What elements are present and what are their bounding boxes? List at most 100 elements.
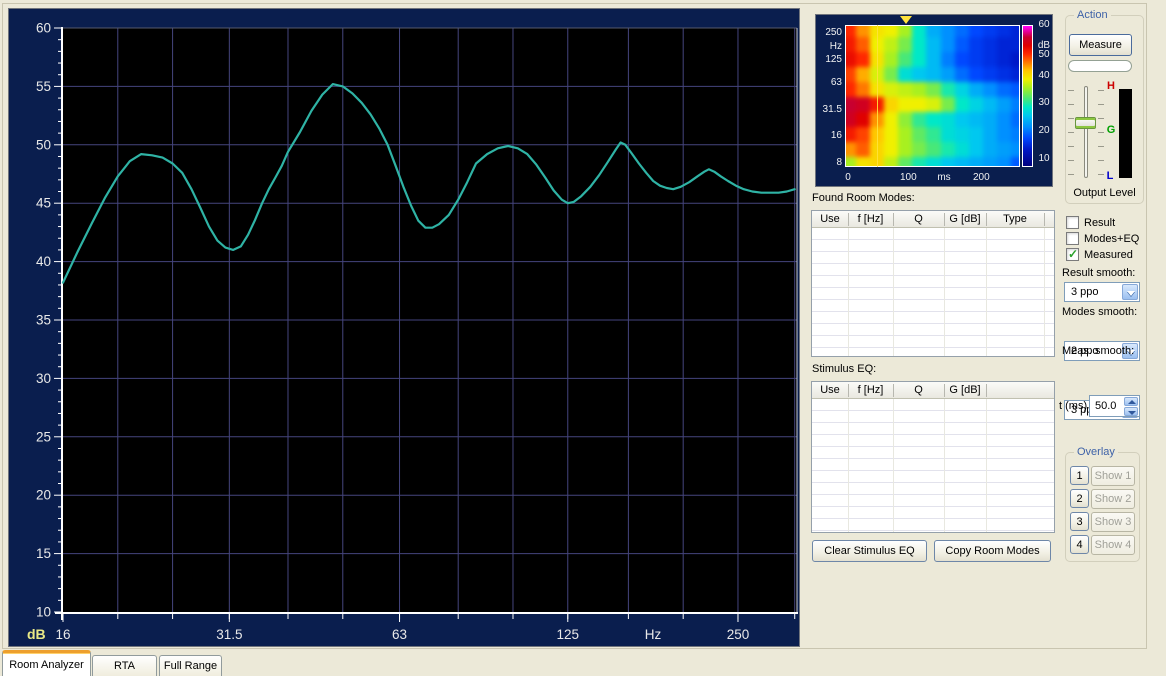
- found-room-modes-table[interactable]: Usef [Hz]QG [dB]Type: [811, 210, 1055, 357]
- colorbar-label: 20: [1036, 126, 1052, 136]
- overlay-show-button-3[interactable]: Show 3: [1091, 512, 1135, 532]
- svg-text:10: 10: [36, 605, 51, 620]
- column-header[interactable]: Type: [986, 213, 1044, 226]
- slider-tick: [1068, 160, 1074, 161]
- svg-text:15: 15: [36, 546, 51, 561]
- checkbox-label: Measured: [1084, 249, 1133, 261]
- svg-text:16: 16: [55, 627, 70, 642]
- column-header[interactable]: Use: [812, 384, 848, 397]
- frequency-response-chart-panel: 10152025303540455055601631.563125250HzdB: [8, 8, 800, 647]
- time-window-field[interactable]: 50.0: [1089, 395, 1140, 417]
- overlay-num-button-1[interactable]: 1: [1070, 466, 1089, 485]
- overlay-num-button-4[interactable]: 4: [1070, 535, 1089, 554]
- svg-text:31.5: 31.5: [216, 627, 242, 642]
- slider-tick: [1098, 146, 1104, 147]
- spectrogram-freq-label: Hz: [816, 42, 842, 52]
- svg-text:20: 20: [36, 488, 51, 503]
- level-mid-label: G: [1105, 124, 1117, 136]
- svg-text:25: 25: [36, 429, 51, 444]
- column-header[interactable]: f [Hz]: [848, 213, 893, 226]
- measure-progress-bar: [1068, 60, 1132, 72]
- spectrogram-freq-label: 125: [816, 55, 842, 65]
- column-header[interactable]: Q: [893, 384, 944, 397]
- colorbar-label: 60: [1036, 20, 1052, 30]
- checkbox-row-result[interactable]: Result: [1066, 216, 1115, 229]
- overlay-show-button-2[interactable]: Show 2: [1091, 489, 1135, 509]
- output-level-label: Output Level: [1065, 187, 1144, 199]
- check-icon: ✓: [1068, 247, 1078, 261]
- checkbox-row-modes-eq[interactable]: Modes+EQ: [1066, 232, 1139, 245]
- svg-text:Hz: Hz: [645, 627, 662, 642]
- spinner-up-icon[interactable]: [1124, 397, 1138, 406]
- svg-text:30: 30: [36, 371, 51, 386]
- copy-room-modes-button[interactable]: Copy Room Modes: [934, 540, 1051, 562]
- level-high-label: H: [1105, 80, 1117, 92]
- checkbox-label: Modes+EQ: [1084, 233, 1139, 245]
- svg-text:50: 50: [36, 137, 51, 152]
- spectrogram-heatmap: [845, 25, 1020, 167]
- spectrogram-freq-label: 63: [816, 78, 842, 88]
- found-room-modes-header: Usef [Hz]QG [dB]Type: [812, 211, 1054, 228]
- spectrogram-time-label: 200: [973, 173, 989, 183]
- slider-tick: [1068, 90, 1074, 91]
- column-header[interactable]: G [dB]: [944, 213, 986, 226]
- slider-tick: [1068, 118, 1074, 119]
- overlay-num-button-2[interactable]: 2: [1070, 489, 1089, 508]
- spectrogram-grid: [845, 25, 1020, 167]
- slider-tick: [1098, 118, 1104, 119]
- slider-tick: [1068, 146, 1074, 147]
- output-level-slider-track[interactable]: [1084, 86, 1088, 178]
- stimulus-eq-table[interactable]: Usef [Hz]QG [dB]: [811, 381, 1055, 533]
- spectrogram-time-label: ms: [936, 173, 952, 183]
- slider-tick: [1098, 160, 1104, 161]
- stimulus-eq-label: Stimulus EQ:: [812, 363, 876, 375]
- svg-text:125: 125: [557, 627, 580, 642]
- checkbox-row-measured[interactable]: ✓ Measured: [1066, 248, 1133, 261]
- smooth-label: Modes smooth:: [1062, 306, 1137, 318]
- slider-tick: [1098, 104, 1104, 105]
- svg-text:45: 45: [36, 196, 51, 211]
- time-marker-triangle-icon[interactable]: [900, 16, 912, 24]
- svg-text:dB: dB: [27, 626, 46, 642]
- smooth-combobox[interactable]: 3 ppo: [1064, 282, 1140, 302]
- column-header[interactable]: f [Hz]: [848, 384, 893, 397]
- stimulus-eq-header: Usef [Hz]QG [dB]: [812, 382, 1054, 399]
- checkbox-label: Result: [1084, 217, 1115, 229]
- colorbar-label: 10: [1036, 154, 1052, 164]
- spinner-down-icon[interactable]: [1124, 407, 1138, 416]
- tab-full-range[interactable]: Full Range: [159, 655, 222, 676]
- chevron-down-icon[interactable]: [1122, 284, 1138, 300]
- output-level-slider-thumb[interactable]: [1075, 117, 1096, 129]
- slider-tick: [1098, 132, 1104, 133]
- column-header[interactable]: G [dB]: [944, 384, 986, 397]
- colorbar-label: 30: [1036, 98, 1052, 108]
- svg-text:55: 55: [36, 79, 51, 94]
- svg-text:60: 60: [36, 21, 51, 36]
- spectrogram-time-label: 100: [900, 173, 916, 183]
- spectrogram-freq-label: 31.5: [816, 105, 842, 115]
- spectrogram-panel: 250Hz1256331.51680100ms20060dB5040302010: [815, 14, 1053, 187]
- tab-room-analyzer[interactable]: Room Analyzer: [2, 650, 91, 676]
- checkbox-unchecked[interactable]: [1066, 232, 1079, 245]
- column-header[interactable]: Use: [812, 213, 848, 226]
- slider-tick: [1068, 104, 1074, 105]
- svg-text:250: 250: [727, 627, 750, 642]
- checkbox-checked[interactable]: ✓: [1066, 248, 1079, 261]
- checkbox-unchecked[interactable]: [1066, 216, 1079, 229]
- colorbar-label: 50: [1036, 50, 1052, 60]
- slider-tick: [1068, 132, 1074, 133]
- time-marker-line: [877, 25, 878, 167]
- svg-text:40: 40: [36, 254, 51, 269]
- measure-button[interactable]: Measure: [1069, 34, 1132, 56]
- spectrogram-freq-label: 8: [816, 158, 842, 168]
- overlay-num-button-3[interactable]: 3: [1070, 512, 1089, 531]
- smooth-label: Result smooth:: [1062, 267, 1135, 279]
- column-header[interactable]: Q: [893, 213, 944, 226]
- slider-tick: [1098, 90, 1104, 91]
- tab-rta[interactable]: RTA: [92, 655, 157, 676]
- overlay-show-button-1[interactable]: Show 1: [1091, 466, 1135, 486]
- found-room-modes-label: Found Room Modes:: [812, 192, 915, 204]
- overlay-show-button-4[interactable]: Show 4: [1091, 535, 1135, 555]
- time-window-value: 50.0: [1095, 400, 1116, 412]
- clear-stimulus-eq-button[interactable]: Clear Stimulus EQ: [812, 540, 927, 562]
